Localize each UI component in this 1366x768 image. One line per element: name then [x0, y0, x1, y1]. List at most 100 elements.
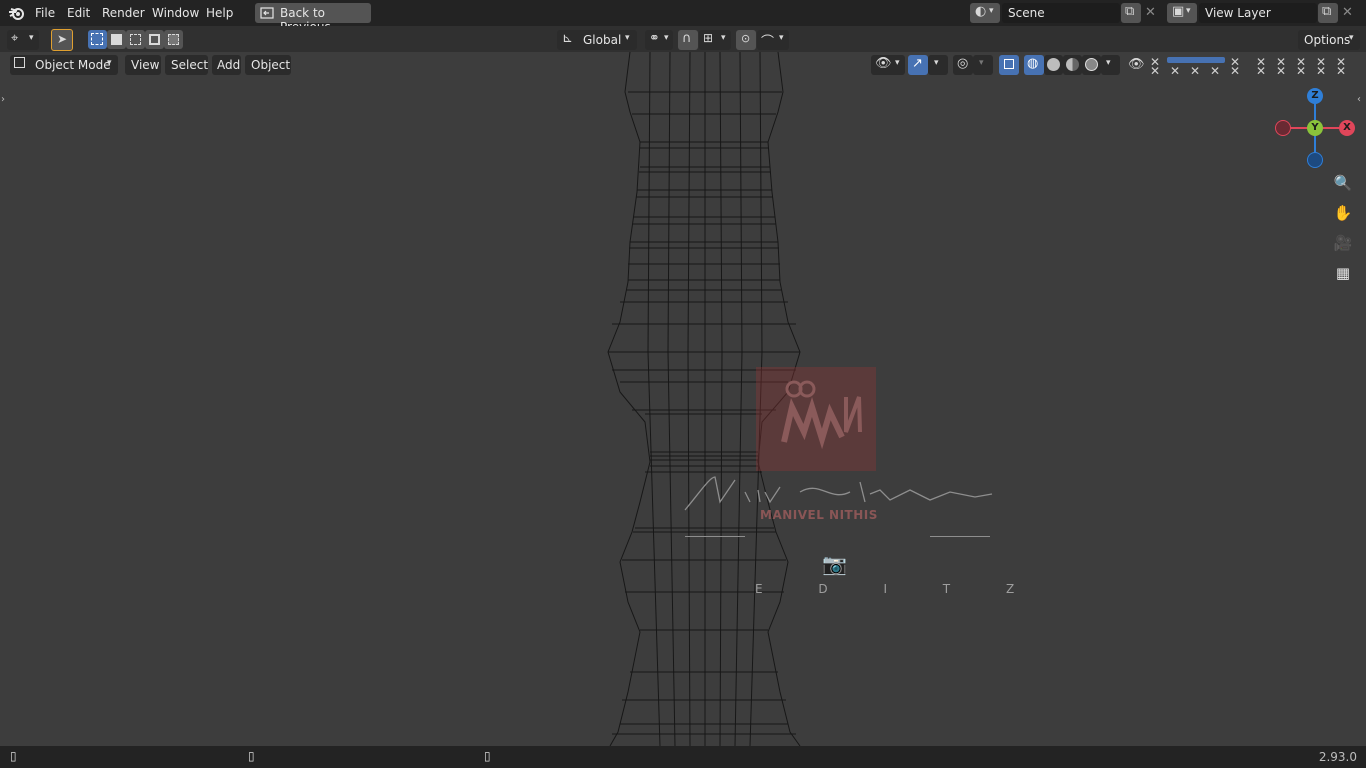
proportional-edit-button[interactable]: ⊙ — [736, 30, 756, 50]
menu-file[interactable]: File — [35, 6, 55, 20]
scene-browse-button[interactable]: ◐ ▾ — [970, 3, 1000, 23]
view-layer-browse-button[interactable]: ▣ ▾ — [1167, 3, 1197, 23]
close-icon[interactable]: ✕ — [1210, 65, 1220, 77]
scene-name-label: Scene — [1008, 6, 1045, 20]
grid-view-icon[interactable]: ▦ — [1331, 261, 1355, 285]
overlays-toggle-button[interactable]: ◎ — [953, 55, 973, 75]
view-layer-name-field[interactable]: View Layer — [1199, 3, 1317, 23]
shading-solid-button[interactable] — [1044, 55, 1063, 75]
transform-icon: ⌖ — [11, 31, 19, 46]
gizmo-toggle-button[interactable]: ↗ — [908, 55, 928, 75]
select-mode-extend-button[interactable] — [107, 30, 126, 49]
scene-name-field[interactable]: Scene — [1002, 3, 1120, 23]
menu-add-label: Add — [217, 58, 241, 72]
pan-hand-icon[interactable]: ✋ — [1331, 201, 1355, 225]
top-menu-bar: File Edit Render Window Help Back to Pre… — [0, 0, 1366, 34]
collection-toggles: ✕ ✕ ✕ ✕ ✕ ✕ ✕ ✕ ✕ ✕ ✕ ✕ ✕ ✕ ✕ ✕ ✕ — [1150, 56, 1355, 77]
chevron-down-icon: ▾ — [979, 58, 984, 68]
menu-window[interactable]: Window — [152, 6, 199, 20]
remove-view-layer-icon[interactable]: ✕ — [1342, 5, 1353, 20]
menu-edit[interactable]: Edit — [67, 6, 90, 20]
collection-slider[interactable] — [1167, 57, 1225, 63]
gizmo-axis-neg-z[interactable] — [1307, 152, 1323, 168]
chevron-down-icon: ▾ — [1106, 58, 1111, 68]
chevron-down-icon: ▾ — [107, 58, 112, 68]
back-icon — [260, 7, 274, 19]
gizmo-axis-y[interactable]: Y — [1307, 120, 1323, 136]
snap-target-dropdown[interactable]: ⊞ ▾ — [699, 30, 731, 50]
chevron-down-icon: ▾ — [1349, 33, 1354, 43]
select-box-icon — [91, 33, 103, 45]
toolbar-expand-icon[interactable]: › — [1, 94, 5, 105]
rendered-sphere-icon — [1085, 58, 1098, 71]
editor-type-button[interactable]: ⌖ ▾ — [7, 30, 39, 50]
close-icon[interactable]: ✕ — [1170, 65, 1180, 77]
menu-view-button[interactable]: View — [125, 55, 161, 75]
close-icon[interactable]: ✕ — [1276, 65, 1286, 77]
close-icon[interactable]: ✕ — [1336, 65, 1346, 77]
close-icon[interactable]: ✕ — [1316, 65, 1326, 77]
close-icon[interactable]: ✕ — [1230, 65, 1240, 77]
overlays-icon: ◎ — [957, 56, 969, 71]
menu-object-label: Object — [251, 58, 291, 72]
mode-dropdown[interactable]: Object Mode ▾ — [10, 55, 118, 75]
camera-watermark-icon: 📷 — [822, 552, 847, 576]
close-icon[interactable]: ✕ — [1150, 65, 1160, 77]
new-view-layer-button[interactable]: ⧉ — [1318, 3, 1338, 23]
blender-logo-icon[interactable] — [8, 5, 26, 21]
camera-view-icon[interactable]: 🎥 — [1331, 231, 1355, 255]
snap-increment-icon: ⊞ — [703, 31, 714, 45]
gizmo-axis-neg-x[interactable] — [1275, 120, 1291, 136]
select-tool-button[interactable]: ➤ — [51, 29, 73, 51]
pivot-point-dropdown[interactable]: ⚭ ▾ — [645, 30, 673, 50]
snap-toggle-button[interactable]: ∩ — [678, 30, 698, 50]
watermark-logo-icon — [781, 380, 862, 450]
chevron-down-icon: ▾ — [779, 33, 784, 43]
visibility-eye-icon[interactable]: 👁 — [1128, 57, 1145, 72]
menu-add-button[interactable]: Add — [212, 55, 241, 75]
select-mode-subtract-button[interactable] — [126, 30, 145, 49]
chevron-down-icon: ▾ — [895, 58, 900, 68]
menu-select-button[interactable]: Select — [165, 55, 208, 75]
close-icon[interactable]: ✕ — [1256, 65, 1266, 77]
gizmo-dropdown[interactable]: ▾ — [928, 55, 948, 75]
shading-rendered-button[interactable] — [1082, 55, 1101, 75]
menu-view-label: View — [131, 58, 160, 72]
back-to-previous-button[interactable]: Back to Previous — [255, 3, 371, 34]
gizmo-axis-z[interactable]: Z — [1307, 88, 1323, 104]
3d-viewport[interactable]: MANIVEL NITHIS E D I T Z 📷 › ‹ — [0, 52, 1366, 746]
transform-orientation-dropdown[interactable]: ⊾ Global ▾ — [557, 30, 637, 50]
select-subtract-icon — [130, 34, 141, 45]
wireframe-sphere-icon: ◍ — [1027, 56, 1039, 71]
select-mode-new-button[interactable] — [88, 30, 107, 49]
shading-material-button[interactable] — [1063, 55, 1082, 75]
orientation-axes-icon: ⊾ — [562, 31, 573, 46]
gizmo-axis-x[interactable]: X — [1339, 120, 1355, 136]
select-mode-intersect-button[interactable] — [164, 30, 183, 49]
mouse-left-icon: ▯ — [10, 749, 17, 763]
options-dropdown[interactable]: Options ▾ — [1298, 30, 1360, 50]
select-intersect-icon — [168, 34, 179, 45]
menu-help[interactable]: Help — [206, 6, 233, 20]
close-icon[interactable]: ✕ — [1190, 65, 1200, 77]
xray-toggle-button[interactable] — [999, 55, 1019, 75]
remove-scene-icon[interactable]: ✕ — [1145, 5, 1156, 20]
new-scene-button[interactable]: ⧉ — [1121, 3, 1141, 23]
falloff-dropdown[interactable]: ⌒ ▾ — [757, 30, 789, 50]
menu-render[interactable]: Render — [102, 6, 145, 20]
selectability-visibility-dropdown[interactable]: 👁 ▾ — [871, 55, 905, 75]
navigation-gizmo[interactable]: Z Y X — [1272, 86, 1358, 168]
tool-settings-bar: ⌖ ▾ ➤ ⊾ Global ▾ ⚭ ▾ ∩ ⊞ ▾ ⊙ ⌒ ▾ Options… — [0, 26, 1366, 52]
overlays-dropdown[interactable]: ▾ — [973, 55, 993, 75]
menu-object-button[interactable]: Object — [245, 55, 291, 75]
zoom-icon[interactable]: 🔍 — [1331, 171, 1355, 195]
select-invert-icon — [149, 34, 160, 45]
watermark-logo — [756, 367, 876, 471]
watermark-editz: E D I T Z — [755, 582, 1041, 596]
select-mode-invert-button[interactable] — [145, 30, 164, 49]
chevron-down-icon: ▾ — [989, 6, 994, 16]
shading-wireframe-button[interactable]: ◍ — [1024, 55, 1044, 75]
solid-sphere-icon — [1047, 58, 1060, 71]
shading-dropdown[interactable]: ▾ — [1101, 55, 1120, 75]
close-icon[interactable]: ✕ — [1296, 65, 1306, 77]
